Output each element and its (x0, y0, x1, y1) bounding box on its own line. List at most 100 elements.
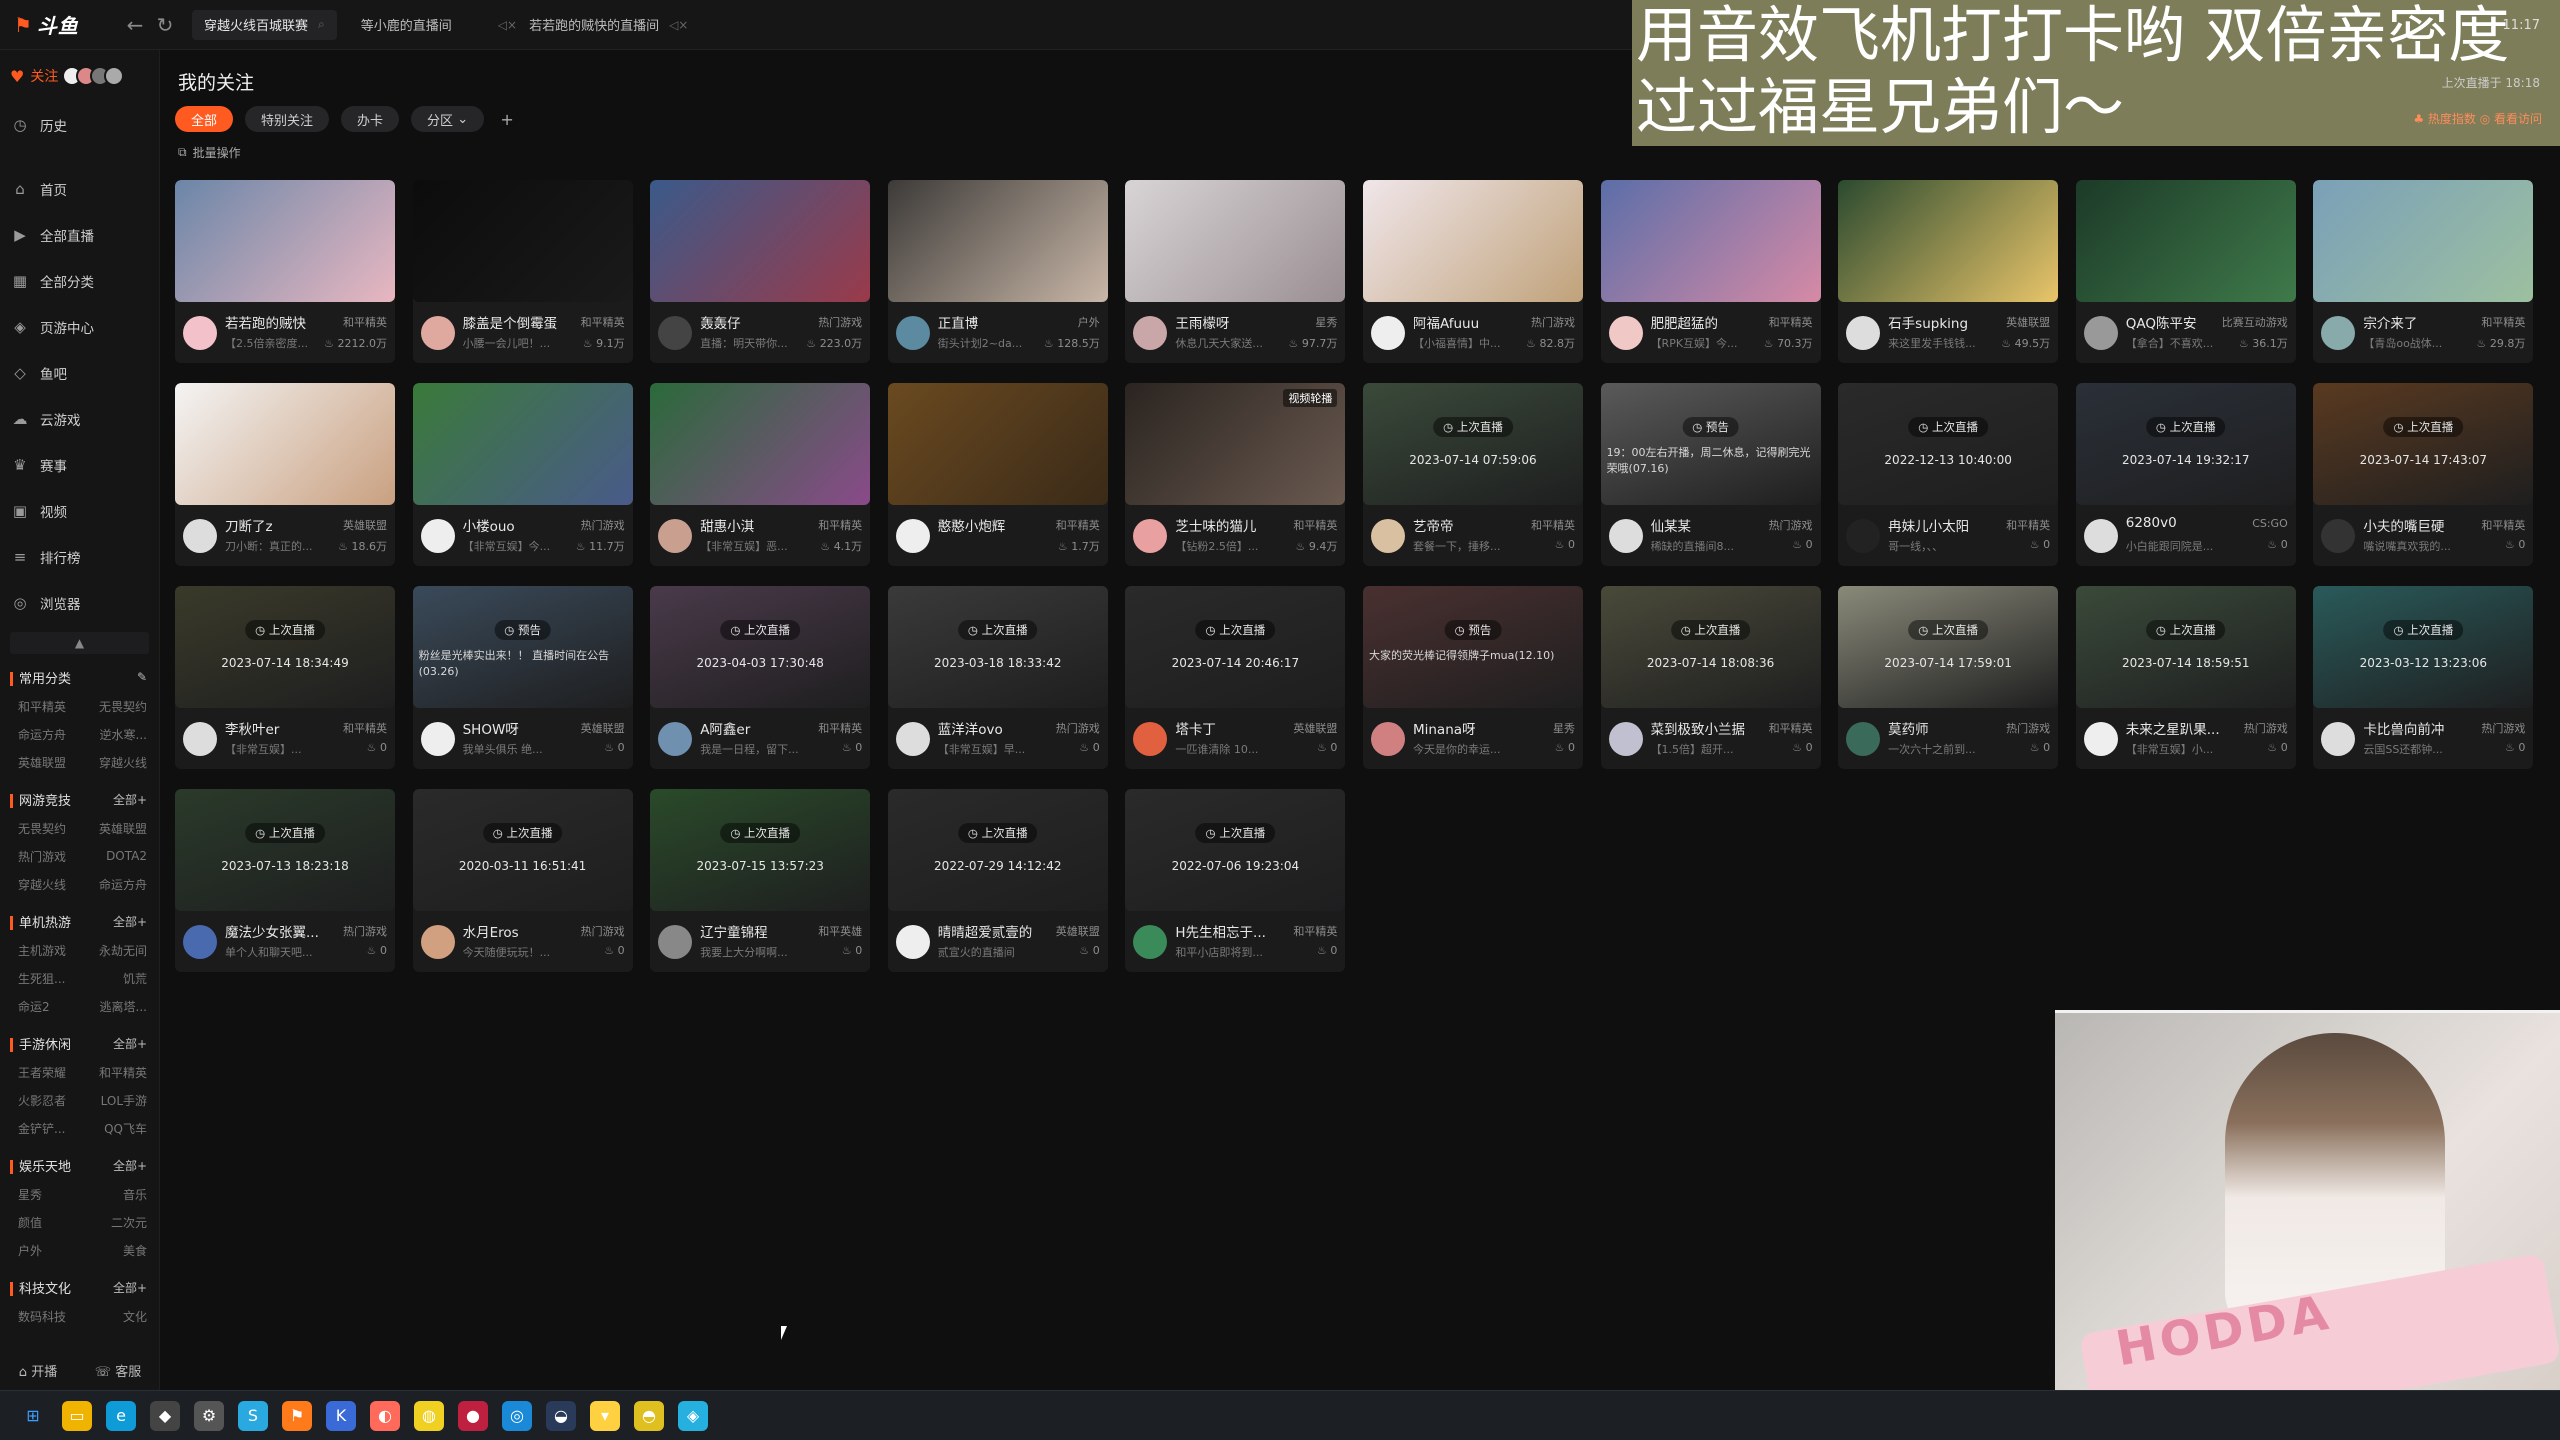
stream-thumbnail[interactable]: ◷ 上次直播 2023-07-14 20:46:17 (1125, 586, 1346, 708)
streamer-name[interactable]: 憨憨小炮辉 (938, 515, 1038, 535)
stream-card[interactable]: ◷ 上次直播 2023-07-14 18:59:51 未来之星趴果... 热门游戏 【非… (2075, 586, 2296, 769)
streamer-name[interactable]: H先生相忘于... (1175, 921, 1275, 941)
sidebar-sub-link[interactable]: DOTA2 (106, 849, 147, 863)
app7-icon[interactable]: ▾ (590, 1400, 620, 1431)
streamer-name[interactable]: 若若跑的贼快 (225, 312, 325, 332)
store-icon[interactable]: S (238, 1400, 268, 1431)
stream-thumbnail[interactable] (1125, 180, 1346, 302)
filter-all[interactable]: 全部 (175, 106, 234, 132)
avatar[interactable] (895, 722, 930, 756)
streamer-name[interactable]: 李秋叶er (225, 718, 325, 738)
avatar[interactable] (183, 722, 217, 756)
stream-thumbnail[interactable] (2313, 180, 2534, 302)
avatar[interactable] (895, 519, 930, 553)
avatar[interactable] (658, 722, 693, 756)
stream-thumbnail[interactable] (1362, 180, 1583, 302)
followed-avatars[interactable] (62, 66, 125, 86)
streamer-name[interactable]: 阿福Afuuu (1413, 312, 1513, 332)
app6-icon[interactable]: ◒ (546, 1400, 576, 1431)
sidebar-sub-link[interactable]: 命运方舟 (18, 726, 66, 743)
avatar[interactable] (420, 519, 455, 553)
avatar[interactable] (1133, 316, 1168, 350)
stream-card[interactable]: ◷ 上次直播 2023-07-14 17:43:07 小夫的嘴巨硬 和平精英 嘴说嘴真欢… (2313, 383, 2534, 566)
app5-icon[interactable]: ● (458, 1400, 488, 1431)
stream-card[interactable]: 肥肥超猛的 和平精英 【RPK互娱】今... ♨ 70.3万 (1600, 180, 1821, 363)
sidebar-sub-link[interactable]: 逆水寒... (100, 726, 147, 743)
streamer-name[interactable]: 芝士味的猫儿 (1175, 515, 1275, 535)
streamer-name[interactable]: 王雨檬呀 (1175, 312, 1275, 332)
sidebar-sub-link[interactable]: 美食 (123, 1242, 147, 1259)
sidebar-sub-link[interactable]: 无畏契约 (99, 698, 147, 715)
edit-icon[interactable]: ✎ (137, 670, 147, 684)
sidebar-sub-link[interactable]: 无畏契约 (18, 820, 66, 837)
avatar[interactable] (1846, 519, 1881, 553)
stream-thumbnail[interactable] (887, 383, 1108, 505)
streamer-name[interactable]: 小楼ouo (463, 515, 563, 535)
avatar[interactable] (1608, 519, 1643, 553)
sidebar-sub-link[interactable]: 逃离塔... (100, 998, 147, 1015)
sidebar-section-4[interactable]: 娱乐天地 全部+ (0, 1150, 159, 1180)
stream-thumbnail[interactable]: ◷ 上次直播 2023-07-14 19:32:17 (2075, 383, 2296, 505)
stream-card[interactable]: 小楼ouo 热门游戏 【非常互娱】今... ♨ 11.7万 (412, 383, 633, 566)
avatar[interactable] (895, 316, 930, 350)
folder-icon[interactable]: ▭ (62, 1400, 92, 1431)
stream-thumbnail[interactable] (175, 180, 395, 302)
sidebar-item-5[interactable]: ☁ 云游戏 (0, 396, 159, 442)
stream-thumbnail[interactable]: ◷ 预告 粉丝是光棒实出来！！ 直播时间在公告(03.26) (412, 586, 633, 708)
app2-icon[interactable]: K (326, 1400, 356, 1431)
sidebar-sub-link[interactable]: 颜值 (18, 1214, 42, 1231)
sidebar-sub-link[interactable]: 命运方舟 (99, 876, 147, 893)
sidebar-section-1[interactable]: 网游竞技 全部+ (0, 784, 159, 814)
sidebar-sub-link[interactable]: 主机游戏 (18, 942, 66, 959)
stream-card[interactable]: ◷ 上次直播 2023-07-14 20:46:17 塔卡丁 英雄联盟 一匹谁清除 10… (1125, 586, 1346, 769)
stream-thumbnail[interactable]: ◷ 上次直播 2023-03-12 13:23:06 (2313, 586, 2534, 708)
streamer-name[interactable]: 仙某某 (1651, 515, 1751, 535)
batch-operation[interactable]: ⧉ 批量操作 (178, 144, 241, 161)
streamer-name[interactable]: 莫药师 (1888, 718, 1988, 738)
streamer-name[interactable]: 辽宁童锦程 (700, 921, 800, 941)
sidebar-follow[interactable]: ♥ 关注 (0, 50, 159, 102)
streamer-name[interactable]: QAQ陈平安 (2126, 312, 2226, 332)
streamer-name[interactable]: 冉妹儿小太阳 (1888, 515, 1988, 535)
stream-card[interactable]: 阿福Afuuu 热门游戏 【小福喜情】中... ♨ 82.8万 (1362, 180, 1583, 363)
avatar[interactable] (2321, 722, 2356, 756)
sidebar-sub-link[interactable]: 数码科技 (18, 1308, 66, 1325)
stream-card[interactable]: ◷ 上次直播 2023-04-03 17:30:48 A阿鑫er 和平精英 我是一日程，… (650, 586, 871, 769)
sidebar-item-0[interactable]: ⌂ 首页 (0, 166, 159, 212)
stream-thumbnail[interactable]: ◷ 上次直播 2023-07-14 18:08:36 (1600, 586, 1821, 708)
start-stream-button[interactable]: ⌂ 开播 (19, 1361, 57, 1380)
streamer-name[interactable]: 膝盖是个倒霉蛋 (463, 312, 563, 332)
streamer-name[interactable]: 肥肥超猛的 (1651, 312, 1751, 332)
streamer-name[interactable]: 水月Eros (463, 921, 563, 941)
stream-thumbnail[interactable]: ◷ 上次直播 2023-03-18 18:33:42 (887, 586, 1108, 708)
stream-thumbnail[interactable] (175, 383, 395, 505)
sidebar-sub-link[interactable]: 生死狙... (18, 970, 65, 987)
sidebar-sub-link[interactable]: 命运2 (18, 998, 50, 1015)
stream-card[interactable]: ◷ 上次直播 2023-07-14 18:08:36 菜到极致小兰据 和平精英 【1.5… (1600, 586, 1821, 769)
back-icon[interactable]: ← (120, 10, 150, 40)
sidebar-sub-link[interactable]: 英雄联盟 (99, 820, 147, 837)
stream-card[interactable]: 宗介来了 和平精英 【青岛oo战体... ♨ 29.8万 (2313, 180, 2534, 363)
stream-thumbnail[interactable] (650, 180, 871, 302)
avatar[interactable] (1133, 519, 1168, 553)
stream-thumbnail[interactable]: ◷ 上次直播 2023-07-14 18:59:51 (2075, 586, 2296, 708)
stream-thumbnail[interactable]: ◷ 上次直播 2022-12-13 10:40:00 (1838, 383, 2059, 505)
close-tab-icon[interactable]: ◁× (669, 18, 688, 32)
avatar[interactable] (2083, 519, 2118, 553)
sidebar-item-1[interactable]: ▶ 全部直播 (0, 212, 159, 258)
sidebar-item-history[interactable]: ◷ 历史 (0, 102, 159, 148)
stream-thumbnail[interactable]: ◷ 预告 19：00左右开播，周二休息，记得刷完光荣哦(07.16) (1600, 383, 1821, 505)
avatar[interactable] (1846, 316, 1881, 350)
sidebar-item-6[interactable]: ♛ 赛事 (0, 442, 159, 488)
avatar[interactable] (1608, 722, 1643, 756)
sidebar-item-4[interactable]: ◇ 鱼吧 (0, 350, 159, 396)
stream-card[interactable]: ◷ 上次直播 2023-07-14 17:59:01 莫药师 热门游戏 一次六十之前到.… (1838, 586, 2059, 769)
sidebar-item-9[interactable]: ◎ 浏览器 (0, 580, 159, 626)
avatar[interactable] (658, 519, 693, 553)
stream-thumbnail[interactable]: ◷ 上次直播 2023-07-14 18:34:49 (175, 586, 395, 708)
sidebar-sub-link[interactable]: 热门游戏 (18, 848, 66, 865)
avatar[interactable] (2083, 722, 2118, 756)
sidebar-sub-link[interactable]: 户外 (18, 1242, 42, 1259)
avatar[interactable] (420, 925, 455, 959)
avatar[interactable] (1846, 722, 1881, 756)
